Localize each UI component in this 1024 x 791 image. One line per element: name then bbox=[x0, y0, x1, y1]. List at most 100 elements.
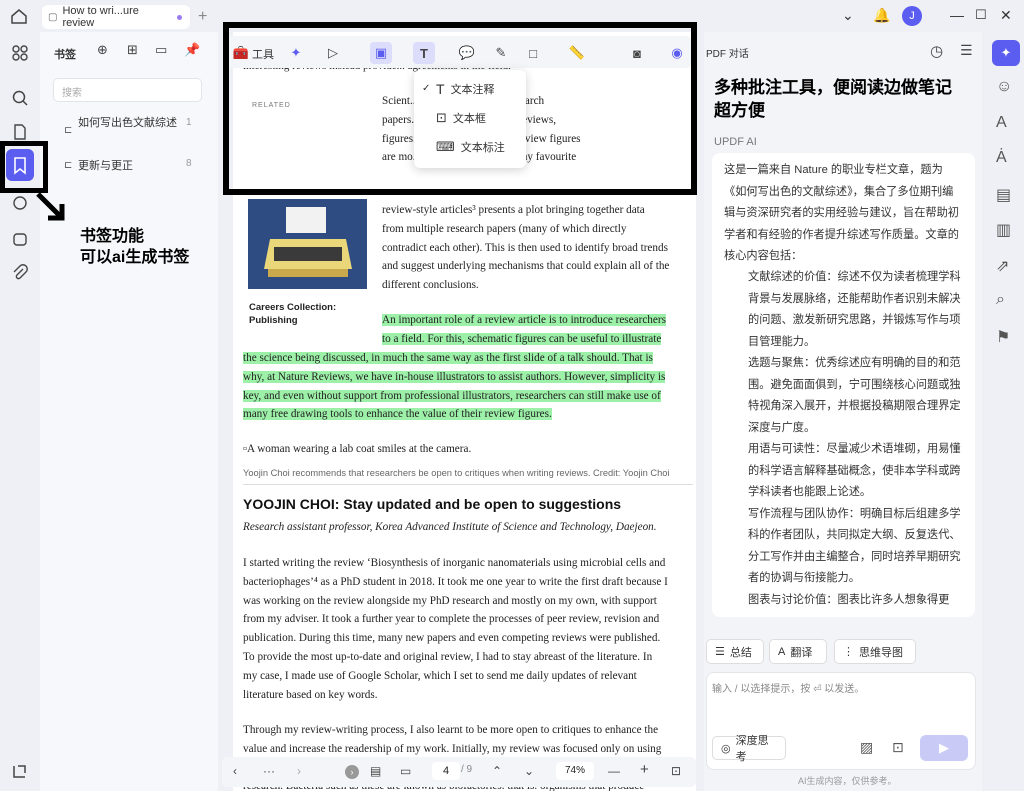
brain-icon: ◎ bbox=[721, 742, 731, 755]
reading-mode-icon[interactable]: ▤ bbox=[370, 764, 381, 778]
avatar[interactable]: J bbox=[902, 6, 922, 26]
ocr-icon[interactable]: A bbox=[996, 114, 1014, 132]
paragraph-2: I started writing the review ‘Biosynthes… bbox=[243, 557, 668, 701]
next-icon[interactable]: › bbox=[297, 764, 301, 778]
page-up-icon[interactable]: ⌃ bbox=[492, 764, 502, 778]
page-down-icon[interactable]: ⌄ bbox=[524, 764, 534, 778]
ai-input-placeholder: 输入 / 以选择提示，按 ⏎ 以发送。 bbox=[712, 684, 865, 695]
translate-icon: A bbox=[778, 645, 786, 658]
chevron-down-icon[interactable]: ⌄ bbox=[842, 7, 854, 24]
deep-think-toggle[interactable]: ◎ 深度思考 bbox=[712, 735, 786, 763]
maximize-icon[interactable]: ☐ bbox=[975, 7, 987, 23]
bookmark-panel-title: 书签 bbox=[54, 49, 76, 61]
ai-bullet: •图表与讨论价值：图表比许多人想象得更 bbox=[748, 593, 950, 606]
highlighted-text[interactable]: to a field. For this, schematic figures … bbox=[382, 332, 662, 345]
image-caption: Yoojin Choi recommends that researchers … bbox=[243, 468, 670, 478]
careers-caption: Careers Collection: Publishing bbox=[249, 302, 337, 326]
bookmark-item-icon: ⊏ bbox=[64, 160, 73, 171]
translate-chip[interactable]: A 翻译 bbox=[769, 639, 827, 664]
zoom-level[interactable]: 74% bbox=[556, 762, 594, 780]
book-icon[interactable]: ▥ bbox=[996, 220, 1014, 239]
bell-icon[interactable]: 🔔 bbox=[873, 7, 890, 24]
section-heading: YOOJIN CHOI: Stay updated and be open to… bbox=[243, 496, 622, 512]
ai-intro: 这是一篇来自 Nature 的职业专栏文章，题为《如何写出色的文献综述》，集合了… bbox=[724, 164, 959, 262]
bookmark-item-2[interactable]: 更新与更正 bbox=[78, 160, 178, 173]
divider bbox=[243, 484, 693, 485]
annotation-highlight-box bbox=[223, 22, 697, 195]
document-icon: ▢ bbox=[48, 11, 58, 23]
send-button[interactable]: ▶ bbox=[920, 735, 968, 761]
summary-icon: ☰ bbox=[715, 646, 725, 658]
layers-icon[interactable] bbox=[11, 762, 29, 780]
comment-icon[interactable] bbox=[11, 194, 29, 212]
section-subheading: Research assistant professor, Korea Adva… bbox=[243, 521, 657, 533]
minimize-icon[interactable]: — bbox=[950, 7, 964, 23]
bookmark-highlight-box bbox=[0, 141, 48, 193]
presentation-icon[interactable]: ▭ bbox=[400, 764, 411, 778]
typewriter-image bbox=[248, 199, 367, 289]
close-icon[interactable]: ✕ bbox=[1000, 7, 1012, 24]
tab-title: How to wri...ure review bbox=[62, 5, 139, 29]
image-upload-icon[interactable]: ▨ bbox=[860, 739, 873, 756]
document-tab[interactable]: ▢ How to wri...ure review bbox=[42, 5, 190, 29]
chat-icon: ✦ bbox=[1000, 45, 1012, 60]
bookmark-search-input[interactable]: 搜索 bbox=[53, 78, 202, 102]
highlighted-text[interactable]: why, at Nature Reviews, we have in-house… bbox=[243, 370, 666, 383]
ai-panel-title: PDF 对话 bbox=[706, 49, 749, 60]
bookmark-outline-icon[interactable]: ▭ bbox=[155, 42, 167, 58]
mindmap-chip[interactable]: ⋮ 思维导图 bbox=[834, 639, 916, 664]
export-icon[interactable]: ⇗ bbox=[996, 256, 1014, 275]
more-icon[interactable]: ··· bbox=[263, 764, 275, 778]
add-child-bookmark-icon[interactable]: ⊞ bbox=[127, 42, 138, 58]
home-icon[interactable] bbox=[10, 8, 28, 24]
highlight-block-right: An important role of a review article is… bbox=[382, 311, 666, 349]
ai-chat-rail-button[interactable]: ✦ bbox=[992, 40, 1020, 66]
emoji-icon[interactable]: ☺ bbox=[996, 78, 1014, 96]
scan-search-icon[interactable]: ⌕ bbox=[996, 291, 1014, 309]
search-icon[interactable] bbox=[11, 89, 29, 107]
highlighted-text[interactable]: many free drawing tools to enhance the v… bbox=[243, 408, 552, 421]
settings-sliders-icon[interactable]: ☰ bbox=[960, 42, 973, 59]
zoom-in-icon[interactable]: + bbox=[640, 761, 649, 778]
attachment-icon[interactable] bbox=[11, 264, 29, 282]
history-icon[interactable]: ◷ bbox=[930, 42, 943, 60]
paragraph-1: review-style articles³ presents a plot b… bbox=[382, 204, 670, 292]
fit-page-icon[interactable]: ⊡ bbox=[671, 764, 681, 778]
stamp-icon[interactable] bbox=[11, 230, 29, 248]
highlight-block: the science being discussed, in much the… bbox=[243, 349, 666, 424]
add-bookmark-icon[interactable]: ⊕ bbox=[97, 42, 108, 58]
bookmark-annotation-text: 书签功能 可以ai生成书签 bbox=[80, 228, 190, 266]
form-icon[interactable]: ▤ bbox=[996, 185, 1014, 204]
zoom-out-icon[interactable]: — bbox=[608, 764, 620, 778]
arrow-annotation bbox=[36, 192, 65, 221]
present-icon[interactable]: ⚑ bbox=[996, 327, 1014, 346]
highlighted-text[interactable]: key, and even without support from profe… bbox=[243, 389, 661, 402]
highlighted-text[interactable]: An important role of a review article is… bbox=[382, 314, 666, 326]
expand-icon[interactable]: › bbox=[345, 765, 359, 779]
document-gutter-right bbox=[696, 32, 704, 791]
ai-bullet: •选题与聚焦：优秀综述应有明确的目的和范围。避免面面俱到，宁可围绕核心问题或独特… bbox=[748, 357, 961, 434]
pin-icon[interactable]: 📌 bbox=[184, 42, 200, 58]
bookmark-page-2: 8 bbox=[186, 158, 192, 169]
ai-brand-label: UPDF AI bbox=[714, 136, 757, 148]
bookmark-item-icon: ⊏ bbox=[64, 125, 73, 136]
page-total: / 9 bbox=[461, 764, 473, 775]
toolbar-annotation-text: 多种批注工具，便阅读边做笔记超方便 bbox=[714, 78, 952, 120]
screenshot-icon[interactable]: ⊡ bbox=[892, 739, 904, 756]
ai-bullet: •写作流程与团队协作：明确目标后组建多学科的作者团队，共同拟定大纲、反复迭代、分… bbox=[748, 507, 961, 585]
broken-image: ▫A woman wearing a lab coat smiles at th… bbox=[243, 443, 472, 455]
bookmark-panel bbox=[40, 32, 218, 791]
page-number-input[interactable]: 4 bbox=[432, 762, 460, 780]
ai-bullet: •文献综述的价值：综述不仅为读者梳理学科背景与发展脉络，还能帮助作者识别未解决的… bbox=[748, 271, 961, 348]
summarize-chip[interactable]: ☰ 总结 bbox=[706, 639, 764, 664]
thumbnails-icon[interactable] bbox=[11, 44, 29, 62]
highlighted-text[interactable]: the science being discussed, in much the… bbox=[243, 352, 653, 364]
prev-icon[interactable]: ‹ bbox=[233, 764, 237, 778]
new-tab-icon[interactable]: + bbox=[198, 8, 207, 26]
bookmark-page-1: 1 bbox=[186, 117, 192, 128]
bookmark-item-1[interactable]: 如何写出色文献综述 bbox=[78, 117, 178, 130]
translate-rail-icon[interactable]: Ȧ bbox=[996, 149, 1014, 167]
mindmap-icon: ⋮ bbox=[843, 646, 854, 658]
page-icon[interactable] bbox=[11, 123, 29, 141]
unsaved-dot bbox=[177, 14, 182, 20]
